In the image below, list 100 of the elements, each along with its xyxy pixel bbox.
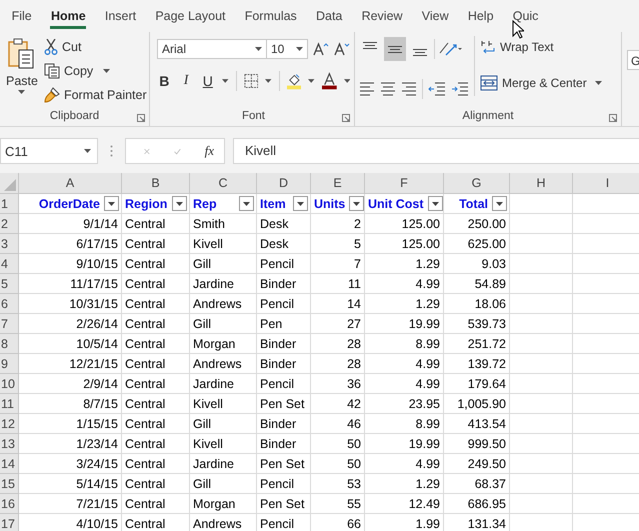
filter-dropdown-icon[interactable] <box>492 196 507 211</box>
table-cell: 12.49 <box>408 496 440 510</box>
table-cell: 10/31/15 <box>69 296 118 310</box>
column-header[interactable]: C <box>190 173 257 194</box>
copy-icon <box>44 63 60 79</box>
table-cell: Gill <box>193 316 212 330</box>
table-cell: Kivell <box>193 436 223 450</box>
name-box[interactable]: C11 <box>0 138 98 164</box>
row-header[interactable]: 9 <box>0 354 19 374</box>
ribbon-tab[interactable]: File <box>2 0 42 32</box>
more-options-icon[interactable] <box>110 145 113 157</box>
decrease-font-size-icon[interactable] <box>334 42 350 56</box>
text-orientation-icon[interactable] <box>438 41 462 57</box>
font-name-field[interactable]: Arial <box>157 39 267 59</box>
borders-icon[interactable] <box>244 73 258 89</box>
ribbon-tab[interactable]: Quic <box>503 0 548 32</box>
font-size-field[interactable]: 10 <box>266 39 308 59</box>
increase-indent-icon[interactable] <box>451 82 469 96</box>
table-cell: Gill <box>193 416 212 430</box>
ribbon-tab[interactable]: Formulas <box>235 0 306 32</box>
table-cell: Morgan <box>193 336 236 350</box>
row-header[interactable]: 7 <box>0 314 19 334</box>
table-cell: Central <box>125 436 166 450</box>
row-header[interactable]: 13 <box>0 434 19 454</box>
caret-icon <box>255 47 262 51</box>
row-header[interactable]: 14 <box>0 454 19 474</box>
filter-dropdown-icon[interactable] <box>172 196 187 211</box>
column-header[interactable]: F <box>365 173 444 194</box>
formula-input-field[interactable]: Kivell <box>233 138 639 164</box>
ribbon-tab[interactable]: Review <box>352 0 412 32</box>
align-right-icon[interactable] <box>401 82 417 96</box>
align-left-icon[interactable] <box>359 82 375 96</box>
table-cell: 125.00 <box>402 236 440 250</box>
table-cell: Binder <box>260 436 296 450</box>
row-header[interactable]: 8 <box>0 334 19 354</box>
row-header[interactable]: 3 <box>0 234 19 254</box>
filter-dropdown-icon[interactable] <box>428 196 443 211</box>
ribbon-tab[interactable]: Home <box>41 0 96 32</box>
increase-font-size-icon[interactable] <box>313 42 329 56</box>
filter-dropdown-icon[interactable] <box>104 196 119 211</box>
table-cell: 999.50 <box>468 436 506 450</box>
column-header[interactable]: E <box>311 173 365 194</box>
row-header[interactable]: 6 <box>0 294 19 314</box>
filter-dropdown-icon[interactable] <box>349 196 364 211</box>
vertical-align-button[interactable] <box>384 37 406 61</box>
underline-button[interactable]: U <box>200 73 216 89</box>
row-header[interactable]: 10 <box>0 374 19 394</box>
table-cell: 8.99 <box>416 416 440 430</box>
column-header[interactable]: H <box>510 173 573 194</box>
fill-color-icon[interactable] <box>286 72 302 90</box>
wrap-text-button[interactable]: Wrap Text <box>480 36 602 58</box>
table-cell: 50 <box>347 436 361 450</box>
paste-button[interactable]: Paste <box>4 36 40 106</box>
ribbon-tab[interactable]: Insert <box>95 0 146 32</box>
row-header[interactable]: 16 <box>0 494 19 514</box>
align-center-icon[interactable] <box>380 82 396 96</box>
copy-button[interactable]: Copy <box>44 60 147 82</box>
ribbon-tab[interactable]: Data <box>306 0 352 32</box>
dialog-launcher-icon[interactable] <box>137 114 145 122</box>
row-header[interactable]: 2 <box>0 214 19 234</box>
row-header[interactable]: 17 <box>0 514 19 531</box>
table-cell: 46 <box>347 416 361 430</box>
font-color-icon[interactable] <box>322 72 337 90</box>
table-cell: Central <box>125 276 166 290</box>
table-cell: 10/5/14 <box>76 336 118 350</box>
row-header[interactable]: 4 <box>0 254 19 274</box>
ribbon-tab[interactable]: Help <box>458 0 504 32</box>
column-header[interactable]: A <box>19 173 122 194</box>
ribbon-tab[interactable]: View <box>412 0 458 32</box>
row-header[interactable]: 1 <box>0 194 19 214</box>
header-cell: Region <box>122 194 190 214</box>
row-header[interactable]: 15 <box>0 474 19 494</box>
insert-function-button[interactable]: fx <box>204 143 214 159</box>
filter-dropdown-icon[interactable] <box>293 196 308 211</box>
merge-center-button[interactable]: Merge & Center <box>480 72 602 94</box>
row-header[interactable]: 5 <box>0 274 19 294</box>
column-header[interactable]: G <box>444 173 510 194</box>
row-header[interactable]: 12 <box>0 414 19 434</box>
table-cell: Central <box>125 236 166 250</box>
ribbon-tab[interactable]: Page Layout <box>146 0 236 32</box>
column-header[interactable]: I <box>573 173 639 194</box>
table-cell: Andrews <box>193 516 242 530</box>
table-cell: Central <box>125 516 166 530</box>
bold-button[interactable]: B <box>157 73 172 89</box>
cut-button[interactable]: Cut <box>44 36 147 58</box>
table-cell: 19.99 <box>408 316 440 330</box>
table-cell: 66 <box>347 516 361 530</box>
format-painter-button[interactable]: Format Painter <box>44 84 147 106</box>
column-header[interactable]: B <box>122 173 190 194</box>
dialog-launcher-icon[interactable] <box>342 114 350 122</box>
row-header[interactable]: 11 <box>0 394 19 414</box>
table-cell: 413.54 <box>468 416 506 430</box>
table-cell: Central <box>125 256 166 270</box>
table-cell: 131.34 <box>468 516 506 530</box>
decrease-indent-icon[interactable] <box>428 82 446 96</box>
italic-button[interactable]: I <box>178 73 194 89</box>
caret-icon <box>265 79 272 83</box>
dialog-launcher-icon[interactable] <box>609 114 617 122</box>
column-header[interactable]: D <box>257 173 311 194</box>
filter-dropdown-icon[interactable] <box>239 196 254 211</box>
